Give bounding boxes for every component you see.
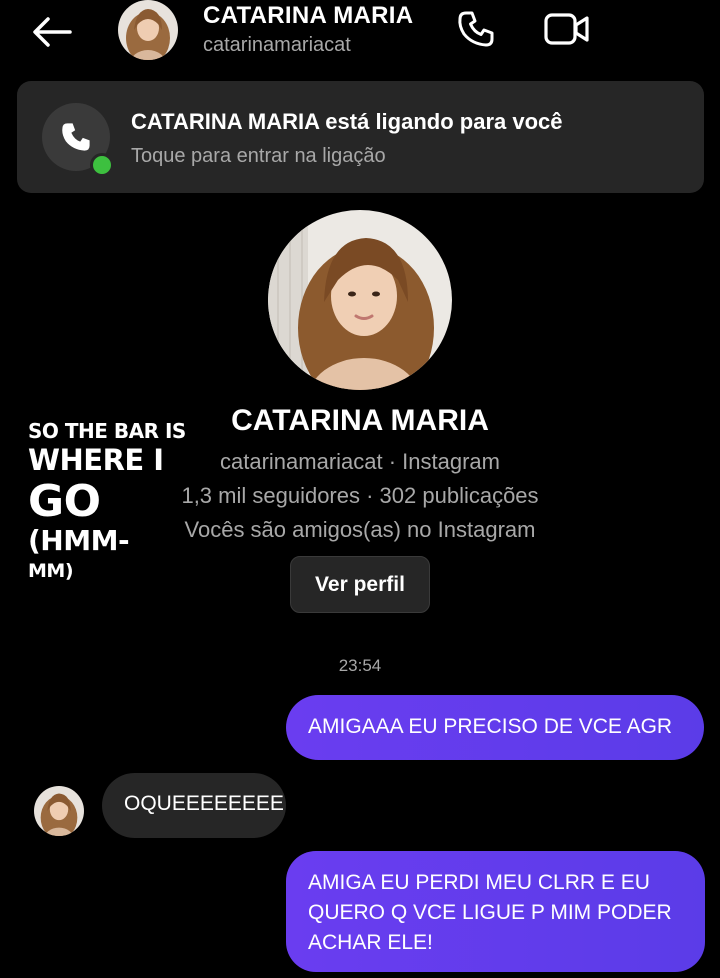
profile-photo[interactable] xyxy=(268,210,452,390)
online-status-dot xyxy=(90,153,114,177)
incoming-call-banner[interactable] xyxy=(17,81,704,193)
back-button[interactable] xyxy=(28,12,76,52)
lyric-overlay-line: GO xyxy=(28,476,101,527)
lyric-overlay-line: MM) xyxy=(28,560,74,582)
avatar[interactable] xyxy=(118,0,178,60)
chat-contact-username[interactable]: catarinamariacat xyxy=(203,34,351,57)
avatar[interactable] xyxy=(34,786,84,836)
view-profile-button[interactable]: Ver perfil xyxy=(290,556,430,613)
outgoing-message[interactable]: AMIGA EU PERDI MEU CLRR E EU QUERO Q VCE… xyxy=(286,851,705,972)
profile-stats: 1,3 mil seguidores · 302 publicações xyxy=(181,483,539,508)
video-camera-icon xyxy=(544,13,589,45)
call-banner-title: CATARINA MARIA está ligando para você xyxy=(131,109,563,134)
phone-icon xyxy=(62,123,90,151)
incoming-message[interactable]: OQUEEEEEEEE xyxy=(102,773,286,838)
outgoing-message[interactable]: AMIGAAA EU PRECISO DE VCE AGR xyxy=(286,695,704,760)
message-timestamp: 23:54 xyxy=(338,656,382,675)
phone-icon xyxy=(458,11,494,47)
lyric-overlay-line: (HMM- xyxy=(28,524,130,557)
voice-call-button[interactable] xyxy=(452,6,500,52)
video-call-button[interactable] xyxy=(540,6,594,52)
lyric-overlay-line: SO THE BAR IS xyxy=(28,419,186,443)
chat-contact-name[interactable]: CATARINA MARIA xyxy=(203,2,413,30)
back-arrow-icon xyxy=(33,17,72,47)
call-banner-subtitle: Toque para entrar na ligação xyxy=(131,145,386,167)
lyric-overlay-line: WHERE I xyxy=(28,443,164,477)
